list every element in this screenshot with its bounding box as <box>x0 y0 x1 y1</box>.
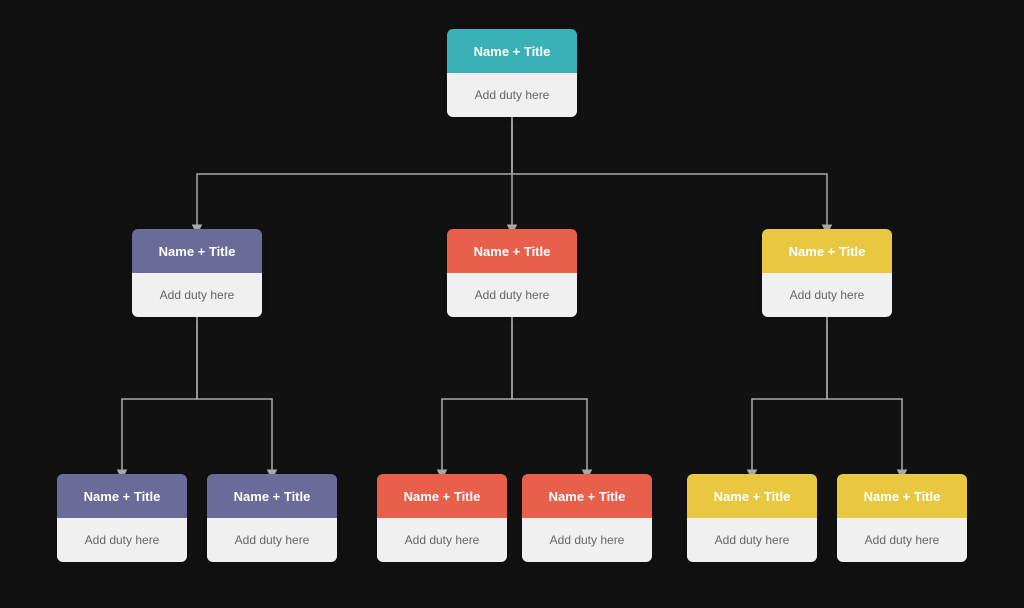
node-cr-header: Name + Title <box>522 474 652 518</box>
node-root-duty: Add duty here <box>475 88 550 102</box>
node-right-body: Add duty here <box>762 273 892 317</box>
node-lr-header: Name + Title <box>207 474 337 518</box>
node-rr-body: Add duty here <box>837 518 967 562</box>
node-left-header: Name + Title <box>132 229 262 273</box>
node-right-duty: Add duty here <box>790 288 865 302</box>
node-left-body: Add duty here <box>132 273 262 317</box>
node-center-label: Name + Title <box>474 244 551 259</box>
node-rl-header: Name + Title <box>687 474 817 518</box>
node-left-label: Name + Title <box>159 244 236 259</box>
node-rl[interactable]: Name + Title Add duty here <box>687 474 817 562</box>
node-rr-label: Name + Title <box>864 489 941 504</box>
node-cl-header: Name + Title <box>377 474 507 518</box>
node-right-label: Name + Title <box>789 244 866 259</box>
node-lr-body: Add duty here <box>207 518 337 562</box>
node-rl-label: Name + Title <box>714 489 791 504</box>
node-right-header: Name + Title <box>762 229 892 273</box>
node-rr-header: Name + Title <box>837 474 967 518</box>
node-root-body: Add duty here <box>447 73 577 117</box>
node-cr-duty: Add duty here <box>550 533 625 547</box>
node-ll-duty: Add duty here <box>85 533 160 547</box>
node-center-header: Name + Title <box>447 229 577 273</box>
node-cr-label: Name + Title <box>549 489 626 504</box>
node-cr-body: Add duty here <box>522 518 652 562</box>
node-rr-duty: Add duty here <box>865 533 940 547</box>
node-cl[interactable]: Name + Title Add duty here <box>377 474 507 562</box>
node-rr[interactable]: Name + Title Add duty here <box>837 474 967 562</box>
node-center-body: Add duty here <box>447 273 577 317</box>
node-left[interactable]: Name + Title Add duty here <box>132 229 262 317</box>
node-cr[interactable]: Name + Title Add duty here <box>522 474 652 562</box>
node-center[interactable]: Name + Title Add duty here <box>447 229 577 317</box>
node-right[interactable]: Name + Title Add duty here <box>762 229 892 317</box>
node-lr-duty: Add duty here <box>235 533 310 547</box>
node-left-duty: Add duty here <box>160 288 235 302</box>
node-ll-label: Name + Title <box>84 489 161 504</box>
node-lr-label: Name + Title <box>234 489 311 504</box>
node-ll-header: Name + Title <box>57 474 187 518</box>
node-root[interactable]: Name + Title Add duty here <box>447 29 577 117</box>
node-rl-duty: Add duty here <box>715 533 790 547</box>
node-root-label: Name + Title <box>474 44 551 59</box>
node-root-header: Name + Title <box>447 29 577 73</box>
org-chart: Name + Title Add duty here Name + Title … <box>32 14 992 594</box>
node-cl-body: Add duty here <box>377 518 507 562</box>
node-lr[interactable]: Name + Title Add duty here <box>207 474 337 562</box>
node-rl-body: Add duty here <box>687 518 817 562</box>
node-ll-body: Add duty here <box>57 518 187 562</box>
node-center-duty: Add duty here <box>475 288 550 302</box>
node-cl-duty: Add duty here <box>405 533 480 547</box>
node-cl-label: Name + Title <box>404 489 481 504</box>
node-ll[interactable]: Name + Title Add duty here <box>57 474 187 562</box>
